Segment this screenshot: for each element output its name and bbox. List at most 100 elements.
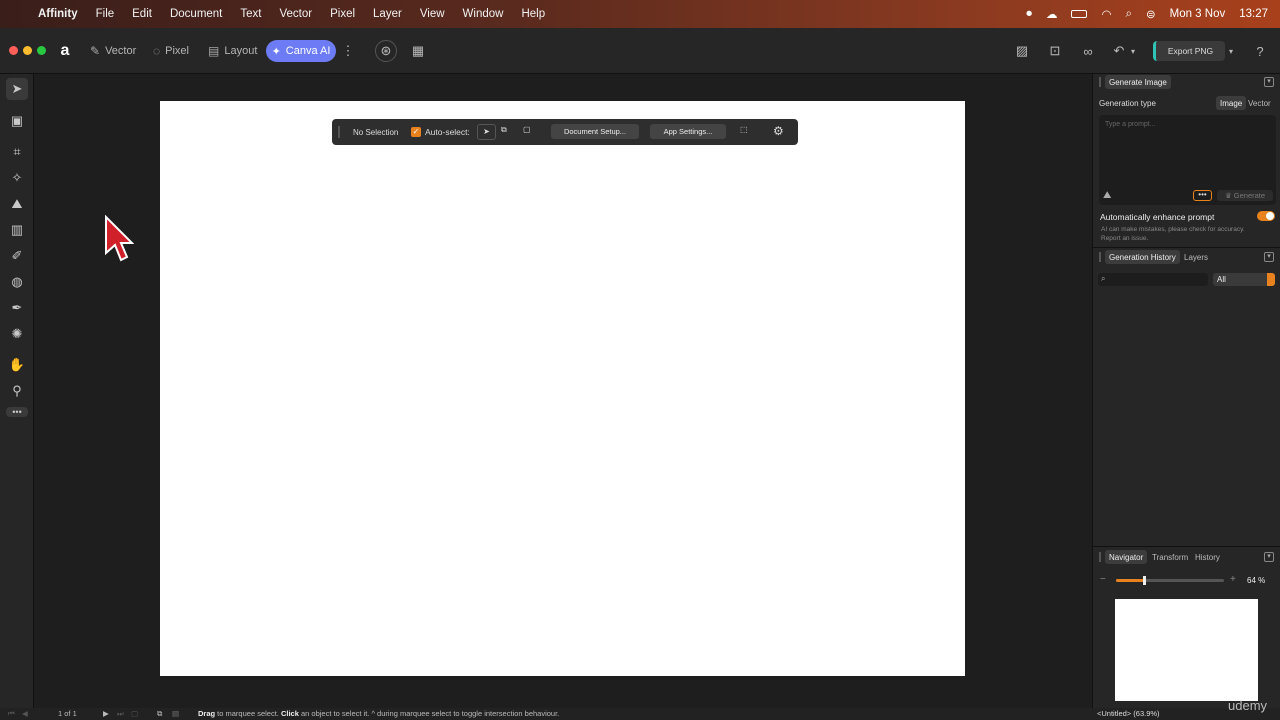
- select-intersect-icon[interactable]: ⧉: [501, 125, 507, 135]
- history-filter-select[interactable]: All: [1213, 273, 1275, 286]
- tab-history[interactable]: History: [1191, 550, 1224, 564]
- cloud-icon[interactable]: ☁: [1046, 7, 1058, 21]
- first-page-icon[interactable]: ⏮: [8, 709, 15, 719]
- export-png-button[interactable]: Export PNG: [1153, 41, 1225, 61]
- spotlight-search-icon[interactable]: ⌕: [1126, 8, 1132, 21]
- pages-grid-icon[interactable]: ▤: [172, 709, 179, 718]
- more-options-icon[interactable]: ⋮: [337, 40, 359, 62]
- menu-edit[interactable]: Edit: [132, 8, 152, 20]
- settings-gear-icon[interactable]: ⚙: [773, 124, 784, 138]
- move-tool-icon[interactable]: ➤: [6, 78, 28, 100]
- tab-generation-history[interactable]: Generation History: [1105, 250, 1180, 264]
- enhance-prompt-toggle[interactable]: [1257, 211, 1275, 221]
- image-tool-icon[interactable]: ⛰: [6, 193, 28, 215]
- prompt-placeholder: Type a prompt...: [1105, 121, 1156, 128]
- menu-text[interactable]: Text: [240, 8, 261, 20]
- panel-grip[interactable]: [1099, 552, 1101, 562]
- close-window-button[interactable]: [9, 46, 18, 55]
- tab-layers[interactable]: Layers: [1180, 250, 1212, 264]
- next-page-icon[interactable]: ▶: [103, 709, 109, 718]
- persona-layout-label: Layout: [224, 45, 258, 57]
- help-icon[interactable]: ?: [1249, 40, 1271, 62]
- record-icon[interactable]: ⏺: [1026, 8, 1032, 21]
- persona-vector[interactable]: ✎ Vector: [90, 40, 136, 62]
- view-mode-icon[interactable]: ⊡: [1044, 40, 1066, 62]
- zoom-out-icon[interactable]: −: [1100, 574, 1106, 585]
- app-settings-button[interactable]: App Settings...: [650, 124, 726, 139]
- pen-tool-icon[interactable]: ✒: [6, 297, 28, 319]
- panel-grip[interactable]: [1099, 77, 1101, 87]
- type-image-option[interactable]: Image: [1216, 96, 1247, 110]
- tab-generate-image[interactable]: Generate Image: [1105, 75, 1171, 89]
- auto-select-checkbox[interactable]: ✓: [411, 127, 421, 137]
- zoom-slider-thumb[interactable]: [1143, 576, 1146, 585]
- control-center-icon[interactable]: ⊜: [1146, 7, 1156, 21]
- undo-dropdown-icon[interactable]: ▾: [1122, 40, 1144, 62]
- add-image-icon[interactable]: ⛰: [1103, 190, 1111, 201]
- wifi-icon[interactable]: ◠: [1101, 7, 1111, 21]
- prev-page-icon[interactable]: ◀: [22, 709, 28, 718]
- select-container-icon[interactable]: ▢: [523, 125, 531, 134]
- generate-button[interactable]: ♛ Generate: [1217, 190, 1273, 201]
- zoom-value[interactable]: 64 %: [1247, 576, 1265, 585]
- prompt-options-icon[interactable]: •••: [1193, 190, 1212, 201]
- shape-tool-icon[interactable]: ✺: [6, 323, 28, 345]
- menubar-date[interactable]: Mon 3 Nov: [1170, 8, 1226, 20]
- menubar-time[interactable]: 13:27: [1239, 8, 1268, 20]
- last-page-icon[interactable]: ⏭: [117, 709, 124, 719]
- zoom-window-button[interactable]: [37, 46, 46, 55]
- link-icon[interactable]: ∞: [1077, 40, 1099, 62]
- menu-document[interactable]: Document: [170, 8, 222, 20]
- navigator-preview[interactable]: [1115, 599, 1258, 701]
- udemy-watermark: udemy: [1228, 698, 1268, 713]
- affinity-logo-icon[interactable]: a: [54, 40, 76, 62]
- more-tools-icon[interactable]: •••: [6, 407, 28, 417]
- select-pointer-icon[interactable]: ➤: [477, 124, 496, 140]
- tab-transform[interactable]: Transform: [1148, 550, 1192, 564]
- collapse-generate-icon[interactable]: ▾: [1264, 77, 1274, 87]
- canva-ai-button[interactable]: ✦ Canva AI: [266, 40, 336, 62]
- zoom-tool-icon[interactable]: ⚲: [6, 380, 28, 402]
- menu-vector[interactable]: Vector: [279, 8, 312, 20]
- marquee-icon[interactable]: ⬚: [740, 125, 748, 134]
- battery-icon[interactable]: [1071, 10, 1088, 18]
- type-vector-option[interactable]: Vector: [1244, 96, 1275, 110]
- collapse-navigator-icon[interactable]: ▾: [1264, 552, 1274, 562]
- zoom-slider[interactable]: [1116, 576, 1224, 585]
- delete-page-icon[interactable]: ▢: [131, 709, 138, 718]
- panel-grip[interactable]: [1099, 252, 1101, 262]
- magic-wand-tool-icon[interactable]: ✧: [6, 167, 28, 189]
- menu-layer[interactable]: Layer: [373, 8, 402, 20]
- history-search-input[interactable]: ⌕: [1098, 273, 1208, 286]
- pattern-tool-icon[interactable]: ▥: [6, 219, 28, 241]
- tab-navigator[interactable]: Navigator: [1105, 550, 1148, 564]
- artboard[interactable]: [160, 101, 965, 676]
- grid-apps-icon[interactable]: ▦: [407, 40, 429, 62]
- hand-tool-icon[interactable]: ✋: [6, 354, 28, 376]
- menu-window[interactable]: Window: [463, 8, 504, 20]
- mouse-cursor-icon: [105, 215, 134, 262]
- report-issue-link[interactable]: Report an issue.: [1101, 235, 1148, 242]
- menu-pixel[interactable]: Pixel: [330, 8, 355, 20]
- document-setup-button[interactable]: Document Setup...: [551, 124, 639, 139]
- brush-tool-icon[interactable]: ✐: [6, 245, 28, 267]
- persona-pixel[interactable]: ◌ Pixel: [153, 40, 189, 62]
- prompt-input[interactable]: Type a prompt... ⛰ ••• ♛ Generate: [1099, 115, 1276, 205]
- collapse-history-icon[interactable]: ▾: [1264, 252, 1274, 262]
- drag-handle[interactable]: [338, 126, 340, 138]
- fill-tool-icon[interactable]: ◍: [6, 271, 28, 293]
- zoom-in-icon[interactable]: +: [1230, 574, 1236, 585]
- crop-tool-icon[interactable]: ⌗: [6, 141, 28, 163]
- artboard-tool-icon[interactable]: ▣: [6, 110, 28, 132]
- menu-view[interactable]: View: [420, 8, 445, 20]
- hint-click: Click: [280, 709, 299, 718]
- minimize-window-button[interactable]: [23, 46, 32, 55]
- menu-help[interactable]: Help: [521, 8, 545, 20]
- add-page-icon[interactable]: ⧉: [157, 709, 162, 719]
- menu-file[interactable]: File: [96, 8, 115, 20]
- persona-layout[interactable]: ▤ Layout: [208, 40, 257, 62]
- assistant-icon[interactable]: ⊛: [375, 40, 397, 62]
- vector-persona-icon: ✎: [90, 44, 101, 58]
- snapping-icon[interactable]: ▨: [1011, 40, 1033, 62]
- menu-app-name[interactable]: Affinity: [38, 8, 78, 20]
